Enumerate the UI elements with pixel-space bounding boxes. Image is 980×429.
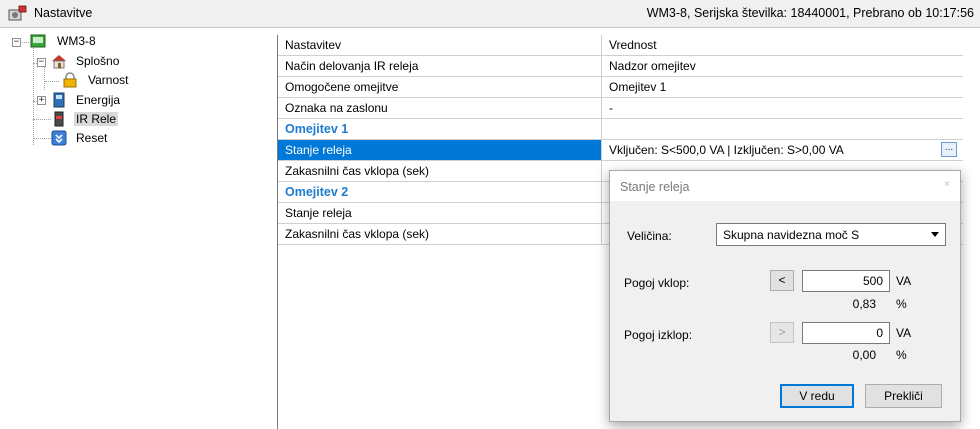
grid-row[interactable]: Oznaka na zaslonu - xyxy=(278,98,963,119)
setting-name: Omogočene omejitve xyxy=(278,77,602,97)
relay-state-dialog: Stanje releja × Veličina: Skupna navidez… xyxy=(609,170,961,422)
device-info: WM3-8, Serijska številka: 18440001, Preb… xyxy=(646,6,974,20)
column-header-value[interactable]: Vrednost xyxy=(602,35,970,55)
settings-tree: − WM3-8 − Splošno Varnost + Energija IR … xyxy=(0,28,276,429)
tree-item-splosno[interactable]: Splošno xyxy=(76,54,119,68)
setting-value[interactable]: Nadzor omejitev xyxy=(602,56,970,76)
quantity-select[interactable]: Skupna navidezna moč S xyxy=(716,223,946,246)
setting-name: Stanje releja xyxy=(278,203,602,223)
reset-icon xyxy=(51,130,67,146)
dialog-title-bar[interactable]: Stanje releja × xyxy=(610,171,960,201)
setting-value[interactable]: - xyxy=(602,98,970,118)
on-percent-unit: % xyxy=(896,297,907,311)
setting-name: Oznaka na zaslonu xyxy=(278,98,602,118)
window-title: Nastavitve xyxy=(34,6,93,20)
chevron-down-icon xyxy=(931,232,939,237)
on-value-input[interactable]: 500 xyxy=(802,270,890,292)
tree-connector xyxy=(44,63,45,90)
off-value-input[interactable]: 0 xyxy=(802,322,890,344)
section-title-omejitev-2: Omejitev 2 xyxy=(278,182,602,202)
off-percent-unit: % xyxy=(896,348,907,362)
grid-header-row: Nastavitev Vrednost xyxy=(278,35,963,56)
off-percent-value: 0,00 xyxy=(852,348,876,362)
setting-name: Način delovanja IR releja xyxy=(278,56,602,76)
ok-button[interactable]: V redu xyxy=(780,384,854,408)
grid-section-row[interactable]: Omejitev 1 xyxy=(278,119,963,140)
column-header-setting[interactable]: Nastavitev xyxy=(278,35,602,55)
tree-item-energija[interactable]: Energija xyxy=(76,93,120,107)
cancel-button[interactable]: Prekliči xyxy=(865,384,942,408)
dialog-title: Stanje releja xyxy=(620,180,690,194)
setting-name: Stanje releja xyxy=(278,140,602,160)
close-icon[interactable]: × xyxy=(938,176,956,194)
grid-row[interactable]: Način delovanja IR releja Nadzor omejite… xyxy=(278,56,963,77)
title-bar: Nastavitve WM3-8, Serijska številka: 184… xyxy=(0,0,980,28)
settings-app-icon xyxy=(8,5,27,21)
off-condition-label: Pogoj izklop: xyxy=(624,328,693,342)
setting-value[interactable]: Omejitev 1 xyxy=(602,77,970,97)
quantity-selected-value: Skupna navidezna moč S xyxy=(723,228,860,242)
section-title-omejitev-1: Omejitev 1 xyxy=(278,119,602,139)
tree-connector xyxy=(45,81,59,82)
lock-icon xyxy=(63,72,77,88)
device-icon xyxy=(30,34,46,48)
setting-value xyxy=(602,119,970,139)
on-condition-label: Pogoj vklop: xyxy=(624,276,690,290)
grid-row-selected[interactable]: Stanje releja Vključen: S<500,0 VA | Izk… xyxy=(278,140,963,161)
meter-icon xyxy=(53,92,65,108)
relay-icon xyxy=(54,111,64,127)
setting-value[interactable]: Vključen: S<500,0 VA | Izključen: S>0,00… xyxy=(602,140,970,160)
tree-item-wm3-8[interactable]: WM3-8 xyxy=(57,34,96,48)
tree-expand-toggle[interactable]: + xyxy=(37,96,46,105)
setting-name: Zakasnilni čas vklopa (sek) xyxy=(278,224,602,244)
tree-connector xyxy=(33,44,34,145)
tree-collapse-toggle[interactable]: − xyxy=(37,58,46,67)
edit-ellipsis-button[interactable]: ... xyxy=(941,142,957,157)
on-value-unit: VA xyxy=(896,274,912,288)
tree-item-reset[interactable]: Reset xyxy=(76,131,107,145)
tree-item-varnost[interactable]: Varnost xyxy=(88,73,128,87)
tree-connector xyxy=(33,138,51,139)
off-value-unit: VA xyxy=(896,326,912,340)
quantity-label: Veličina: xyxy=(627,229,672,243)
tree-item-ir-rele[interactable]: IR Rele xyxy=(74,112,119,126)
tree-connector xyxy=(33,119,51,120)
tree-collapse-toggle[interactable]: − xyxy=(12,38,21,47)
off-operator-button[interactable]: > xyxy=(770,322,794,343)
setting-name: Zakasnilni čas vklopa (sek) xyxy=(278,161,602,181)
grid-row[interactable]: Omogočene omejitve Omejitev 1 xyxy=(278,77,963,98)
on-percent-value: 0,83 xyxy=(852,297,876,311)
house-icon xyxy=(52,55,66,69)
on-operator-button[interactable]: < xyxy=(770,270,794,291)
